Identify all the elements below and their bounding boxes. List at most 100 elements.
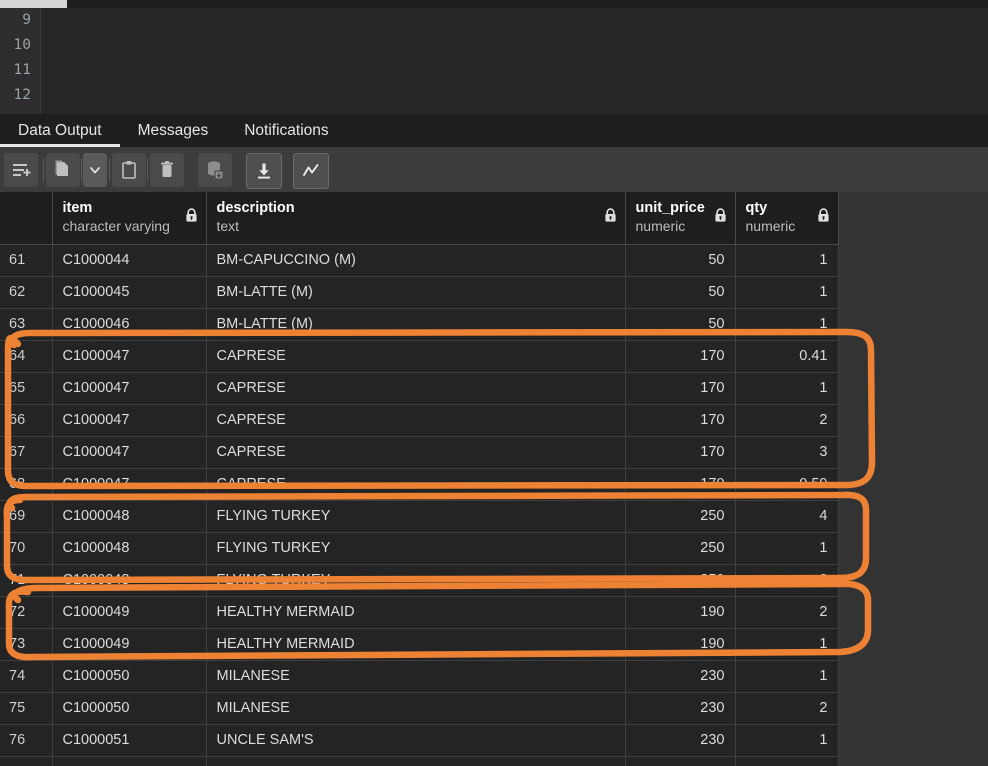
cell-item[interactable]: C1000045 (52, 276, 207, 309)
cell-unit-price[interactable]: 170 (625, 436, 736, 469)
cell-unit-price[interactable]: 50 (625, 244, 736, 277)
cell-description[interactable]: FLYING TURKEY (206, 500, 626, 533)
cell-unit-price[interactable]: 230 (625, 692, 736, 725)
cell-rownum[interactable]: 71 (0, 564, 53, 597)
copy-button[interactable] (46, 153, 80, 187)
cell-qty[interactable]: 0.59 (735, 468, 839, 501)
column-header-item[interactable]: item character varying (52, 192, 207, 245)
cell-qty[interactable]: 2 (735, 596, 839, 629)
delete-rows-button[interactable] (150, 153, 184, 187)
cell-rownum[interactable]: 68 (0, 468, 53, 501)
cell-qty[interactable]: 1 (735, 244, 839, 277)
table-row[interactable]: 70 C1000048 FLYING TURKEY 250 1 (0, 532, 839, 565)
tab-data-output[interactable]: Data Output (0, 114, 120, 147)
table-row[interactable]: 68 C1000047 CAPRESE 170 0.59 (0, 468, 839, 501)
table-row[interactable]: 77C1000052SWISS WEDDING2301 (0, 756, 839, 766)
cell-item[interactable]: C1000052 (52, 756, 207, 766)
cell-rownum[interactable]: 65 (0, 372, 53, 405)
cell-rownum[interactable]: 61 (0, 244, 53, 277)
cell-unit-price[interactable]: 230 (625, 756, 736, 766)
cell-rownum[interactable]: 64 (0, 340, 53, 373)
cell-unit-price[interactable]: 190 (625, 596, 736, 629)
cell-rownum[interactable]: 63 (0, 308, 53, 341)
cell-description[interactable]: CAPRESE (206, 436, 626, 469)
cell-qty[interactable]: 1 (735, 532, 839, 565)
cell-unit-price[interactable]: 170 (625, 468, 736, 501)
cell-qty[interactable]: 1 (735, 276, 839, 309)
cell-description[interactable]: SWISS WEDDING (206, 756, 626, 766)
cell-qty[interactable]: 1 (735, 308, 839, 341)
cell-qty[interactable]: 2 (735, 692, 839, 725)
cell-qty[interactable]: 1 (735, 724, 839, 757)
cell-rownum[interactable]: 77 (0, 756, 53, 766)
cell-description[interactable]: FLYING TURKEY (206, 532, 626, 565)
cell-item[interactable]: C1000049 (52, 596, 207, 629)
cell-item[interactable]: C1000047 (52, 340, 207, 373)
cell-description[interactable]: CAPRESE (206, 468, 626, 501)
cell-description[interactable]: HEALTHY MERMAID (206, 596, 626, 629)
table-row[interactable]: 63 C1000046 BM-LATTE (M) 50 1 (0, 308, 839, 341)
cell-description[interactable]: UNCLE SAM'S (206, 724, 626, 757)
cell-unit-price[interactable]: 50 (625, 308, 736, 341)
editor-horizontal-scrollbar-track[interactable] (0, 0, 988, 8)
cell-qty[interactable]: 1 (735, 372, 839, 405)
table-row[interactable]: 66 C1000047 CAPRESE 170 2 (0, 404, 839, 437)
sql-editor[interactable]: 9 10 11 12 select distinct(Item),descrip… (0, 8, 988, 304)
paste-button[interactable] (112, 153, 146, 187)
cell-unit-price[interactable]: 50 (625, 276, 736, 309)
add-row-button[interactable] (4, 153, 38, 187)
graph-visualiser-button[interactable] (293, 153, 329, 189)
table-row[interactable]: 73 C1000049 HEALTHY MERMAID 190 1 (0, 628, 839, 661)
cell-description[interactable]: CAPRESE (206, 404, 626, 437)
results-grid[interactable]: item character varying description text (0, 192, 988, 766)
cell-item[interactable]: C1000048 (52, 532, 207, 565)
table-row[interactable]: 65 C1000047 CAPRESE 170 1 (0, 372, 839, 405)
cell-qty[interactable]: 3 (735, 436, 839, 469)
tab-messages[interactable]: Messages (120, 114, 227, 147)
cell-rownum[interactable]: 73 (0, 628, 53, 661)
copy-options-dropdown-button[interactable] (83, 153, 107, 187)
cell-rownum[interactable]: 66 (0, 404, 53, 437)
cell-description[interactable]: CAPRESE (206, 340, 626, 373)
table-row[interactable]: 71 C1000048 FLYING TURKEY 250 2 (0, 564, 839, 597)
table-row[interactable]: 72 C1000049 HEALTHY MERMAID 190 2 (0, 596, 839, 629)
column-header-description[interactable]: description text (206, 192, 626, 245)
cell-rownum[interactable]: 62 (0, 276, 53, 309)
editor-code-area[interactable]: select distinct(Item),description,unit_p… (42, 8, 988, 304)
cell-item[interactable]: C1000050 (52, 660, 207, 693)
cell-item[interactable]: C1000050 (52, 692, 207, 725)
cell-item[interactable]: C1000047 (52, 436, 207, 469)
cell-rownum[interactable]: 74 (0, 660, 53, 693)
cell-qty[interactable]: 1 (735, 628, 839, 661)
cell-qty[interactable]: 1 (735, 756, 839, 766)
cell-item[interactable]: C1000044 (52, 244, 207, 277)
cell-item[interactable]: C1000049 (52, 628, 207, 661)
table-row[interactable]: 76 C1000051 UNCLE SAM'S 230 1 (0, 724, 839, 757)
cell-unit-price[interactable]: 250 (625, 532, 736, 565)
column-header-rownum[interactable] (0, 192, 53, 245)
cell-rownum[interactable]: 67 (0, 436, 53, 469)
cell-description[interactable]: BM-CAPUCCINO (M) (206, 244, 626, 277)
cell-description[interactable]: MILANESE (206, 692, 626, 725)
download-csv-button[interactable] (246, 153, 282, 189)
cell-item[interactable]: C1000046 (52, 308, 207, 341)
cell-description[interactable]: CAPRESE (206, 372, 626, 405)
table-row[interactable]: 75 C1000050 MILANESE 230 2 (0, 692, 839, 725)
cell-item[interactable]: C1000047 (52, 404, 207, 437)
cell-rownum[interactable]: 69 (0, 500, 53, 533)
table-row[interactable]: 64 C1000047 CAPRESE 170 0.41 (0, 340, 839, 373)
column-header-qty[interactable]: qty numeric (735, 192, 839, 245)
cell-description[interactable]: BM-LATTE (M) (206, 308, 626, 341)
cell-rownum[interactable]: 72 (0, 596, 53, 629)
cell-qty[interactable]: 2 (735, 404, 839, 437)
column-header-unit-price[interactable]: unit_price numeric (625, 192, 736, 245)
table-row[interactable]: 62 C1000045 BM-LATTE (M) 50 1 (0, 276, 839, 309)
cell-unit-price[interactable]: 170 (625, 340, 736, 373)
cell-item[interactable]: C1000047 (52, 372, 207, 405)
cell-item[interactable]: C1000051 (52, 724, 207, 757)
cell-qty[interactable]: 4 (735, 500, 839, 533)
cell-item[interactable]: C1000048 (52, 564, 207, 597)
cell-qty[interactable]: 0.41 (735, 340, 839, 373)
cell-rownum[interactable]: 75 (0, 692, 53, 725)
table-row[interactable]: 69 C1000048 FLYING TURKEY 250 4 (0, 500, 839, 533)
